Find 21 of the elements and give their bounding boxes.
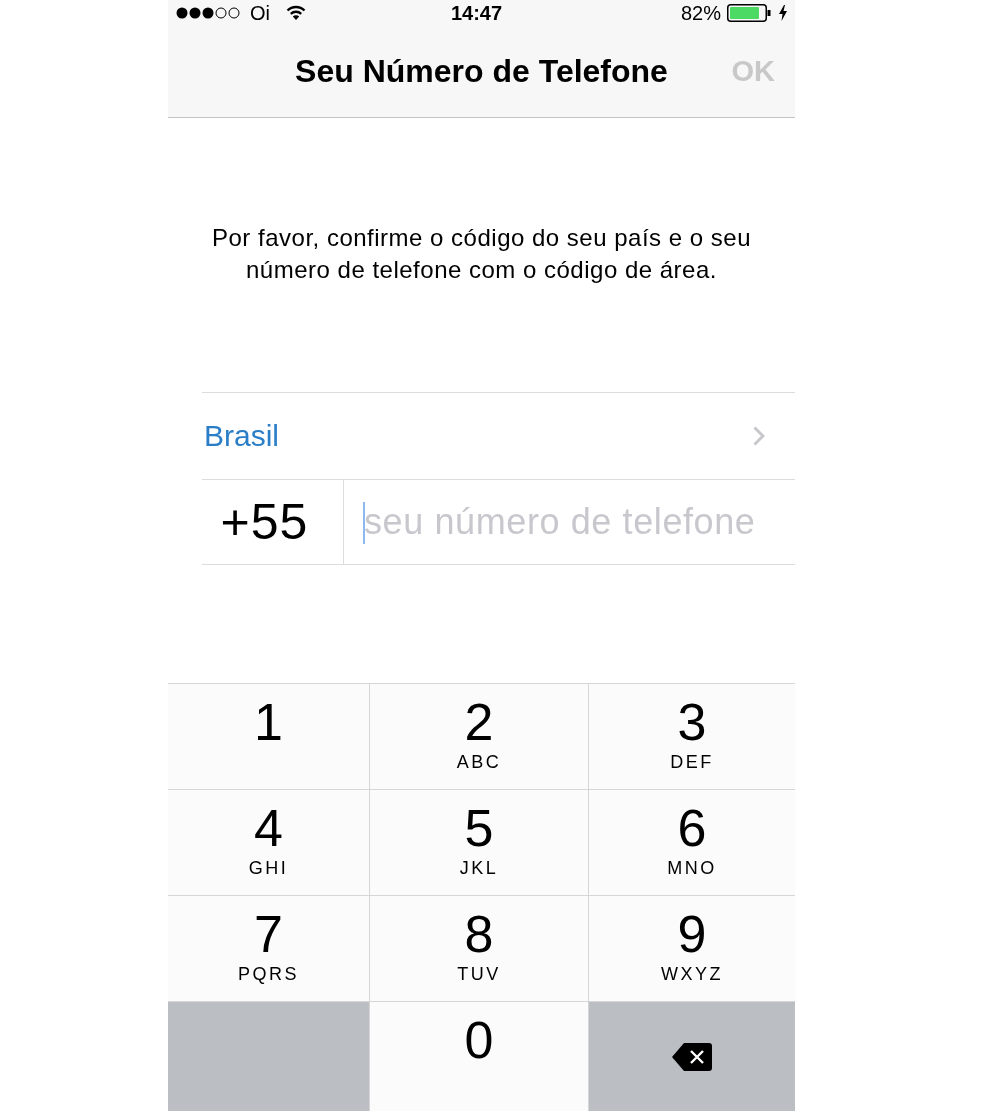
- delete-key[interactable]: [589, 1002, 795, 1111]
- chevron-right-icon: [753, 426, 765, 446]
- instruction-text: Por favor, confirme o código do seu país e o seu número de telefone com o código de área.: [211, 223, 752, 285]
- keypad-key[interactable]: 9 WXYZ: [589, 896, 795, 1001]
- keypad-key[interactable]: 4 GHI: [168, 790, 369, 895]
- keypad-key[interactable]: 2 ABC: [370, 684, 588, 789]
- battery-icon: [727, 3, 771, 22]
- keypad-key[interactable]: 1: [168, 684, 369, 789]
- screen-title: Seu Número de Telefone: [295, 51, 668, 91]
- wifi-icon: [286, 5, 306, 20]
- carrier-name: Oi: [250, 2, 270, 23]
- keypad-key[interactable]: 3 DEF: [589, 684, 795, 789]
- backspace-icon: [671, 1041, 713, 1072]
- keypad-key[interactable]: 5 JKL: [370, 790, 588, 895]
- keypad-key[interactable]: 0: [370, 1002, 588, 1111]
- battery-percentage: 82%: [680, 2, 721, 23]
- keypad-key[interactable]: 6 MNO: [589, 790, 795, 895]
- keypad-key[interactable]: 8 TUV: [370, 896, 588, 1001]
- signal-dots-icon: [176, 6, 242, 19]
- keypad-key[interactable]: 7 PQRS: [168, 896, 369, 1001]
- clock-time: 14:47: [450, 2, 503, 23]
